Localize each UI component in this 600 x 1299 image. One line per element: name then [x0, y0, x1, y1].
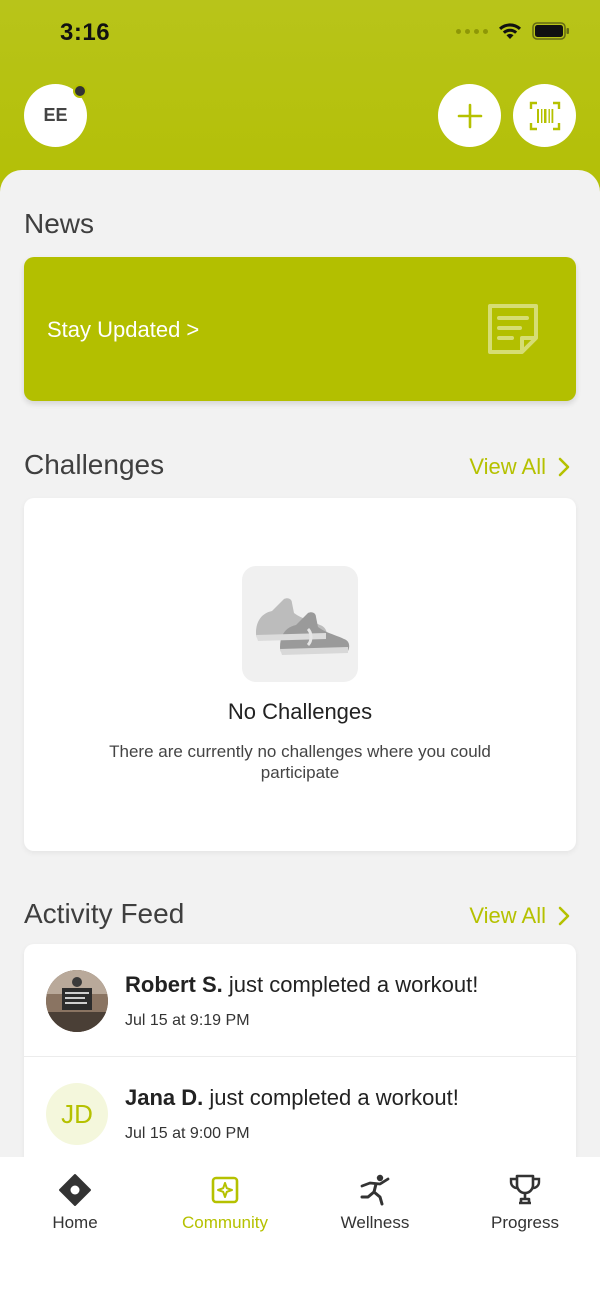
user-photo-avatar [46, 970, 108, 1032]
no-challenges-text: There are currently no challenges where … [109, 742, 491, 782]
chevron-right-icon [558, 906, 570, 926]
status-icons [456, 22, 570, 40]
view-all-label: View All [469, 454, 546, 479]
view-all-label: View All [469, 903, 546, 928]
no-challenges-title: No Challenges [227, 699, 373, 724]
tab-label: Community [182, 1213, 268, 1232]
status-bar: 3:16 [0, 0, 600, 66]
news-card-label: Stay Updated > [47, 317, 200, 342]
home-icon [59, 1174, 91, 1206]
tab-label: Progress [490, 1213, 560, 1232]
activity-feed-title: Activity Feed [24, 898, 185, 929]
community-icon [211, 1176, 239, 1204]
feed-item[interactable]: JD Jana D. just completed a workout! Jul… [24, 1057, 576, 1169]
tab-home[interactable]: Home [0, 1157, 150, 1247]
news-card[interactable]: Stay Updated > [24, 257, 576, 401]
plus-icon [457, 103, 482, 128]
barcode-scan-icon [529, 101, 560, 130]
feed-action: just completed a workout! [209, 1085, 459, 1110]
user-initials-avatar: JD [46, 1083, 108, 1145]
trophy-icon [509, 1174, 541, 1205]
wellness-icon [360, 1174, 390, 1206]
add-button[interactable] [438, 84, 501, 147]
tab-community[interactable]: Community [150, 1157, 300, 1247]
feed-user-name: Jana D. [125, 1085, 204, 1110]
feed-time: Jul 15 at 9:19 PM [125, 1012, 250, 1029]
battery-icon [532, 22, 569, 40]
challenges-title: Challenges [24, 449, 165, 480]
feed-text: Robert S. just completed a workout! [125, 972, 478, 998]
challenges-view-all-button[interactable]: View All [469, 454, 570, 480]
profile-initials: EE [43, 105, 68, 125]
tab-wellness[interactable]: Wellness [300, 1157, 450, 1247]
chevron-right-icon [558, 457, 570, 477]
news-title: News [24, 208, 95, 239]
feed-user-name: Robert S. [125, 972, 223, 997]
feed-action: just completed a workout! [228, 972, 479, 997]
feed-time: Jul 15 at 9:00 PM [125, 1125, 250, 1142]
challenges-card: No Challenges There are currently no cha… [24, 498, 576, 851]
tab-label: Home [52, 1213, 98, 1232]
notification-dot [73, 84, 87, 98]
status-time: 3:16 [60, 19, 111, 46]
tab-progress[interactable]: Progress [450, 1157, 600, 1247]
activity-feed-view-all-button[interactable]: View All [469, 903, 570, 929]
profile-avatar-button[interactable]: EE [24, 84, 87, 147]
sneakers-icon [242, 566, 358, 682]
note-icon [488, 304, 538, 354]
content-sheet: News Stay Updated > Challenges View All … [0, 170, 600, 1299]
feed-item[interactable]: Robert S. just completed a workout! Jul … [24, 944, 576, 1056]
wifi-icon [499, 23, 521, 39]
tab-bar: Home Community Wellness Progress [0, 1157, 600, 1299]
feed-text: Jana D. just completed a workout! [125, 1085, 459, 1111]
signal-icon [456, 28, 488, 34]
tab-label: Wellness [340, 1213, 410, 1232]
scan-button[interactable] [513, 84, 576, 147]
